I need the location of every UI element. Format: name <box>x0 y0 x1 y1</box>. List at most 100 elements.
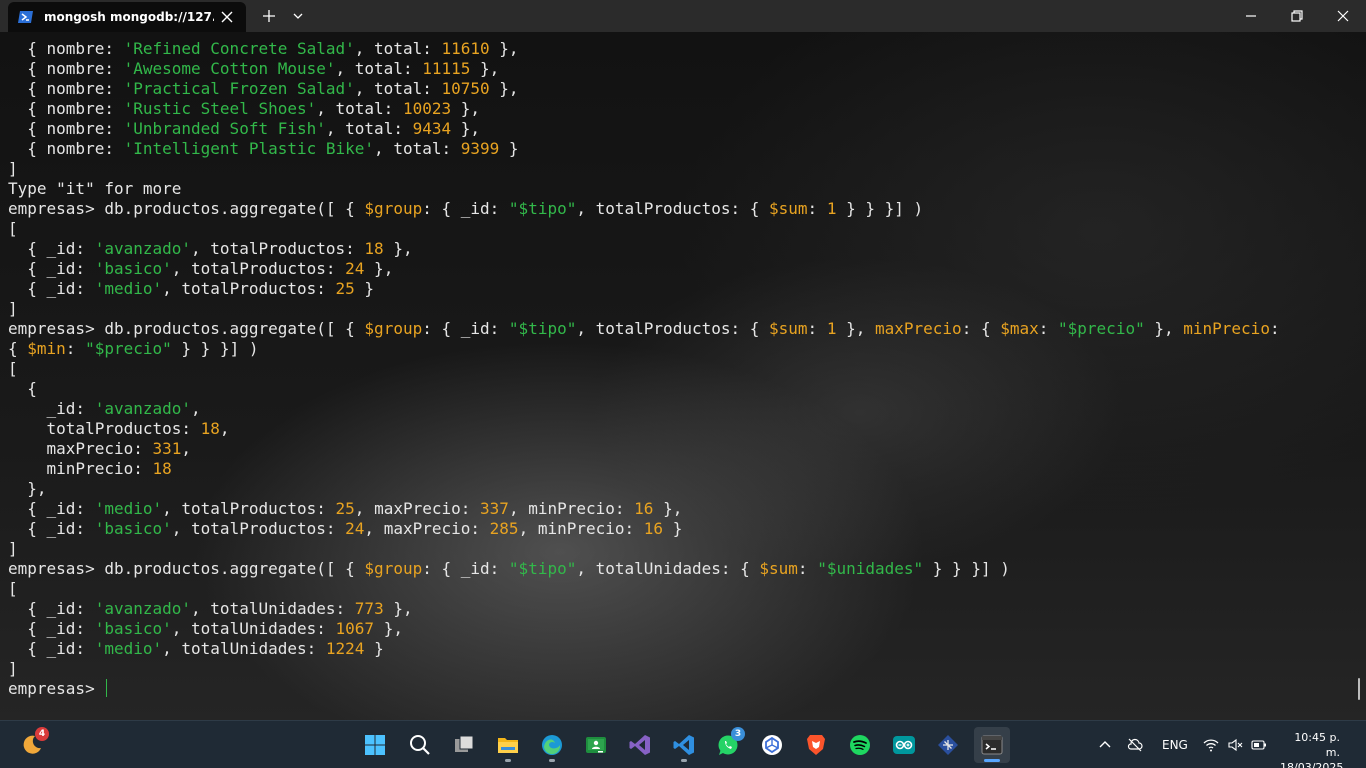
terminal-tab[interactable]: mongosh mongodb://127.0.0. <box>8 2 246 32</box>
terminal-token: 10750 <box>441 79 490 98</box>
classroom-button[interactable] <box>578 727 614 763</box>
minimize-icon[interactable] <box>1243 8 1259 24</box>
terminal-token: 'medio' <box>94 639 163 658</box>
terminal-button[interactable] <box>974 727 1010 763</box>
terminal-token: 18 <box>364 239 384 258</box>
terminal-token: $sum <box>759 559 798 578</box>
terminal-token: }, <box>836 319 875 338</box>
weather-badge: 4 <box>35 727 49 741</box>
network-tool-button[interactable] <box>930 727 966 763</box>
terminal-token: 337 <box>480 499 509 518</box>
terminal-token: }, <box>470 59 500 78</box>
brave-button[interactable] <box>798 727 834 763</box>
cloud-offline-icon[interactable] <box>1127 737 1143 753</box>
terminal-token: : { _id: <box>422 559 509 578</box>
terminal-output[interactable]: { nombre: 'Refined Concrete Salad', tota… <box>0 32 1366 720</box>
edge-button[interactable] <box>534 727 570 763</box>
terminal-token: }, <box>489 39 519 58</box>
terminal-token: }, <box>1144 319 1184 338</box>
terminal-token: , <box>191 399 201 418</box>
terminal-token: 'basico' <box>94 519 172 538</box>
terminal-token: 'Awesome Cotton Mouse' <box>123 59 336 78</box>
vscode-icon <box>673 735 694 755</box>
terminal-token: } <box>354 279 375 298</box>
volume-muted-icon[interactable] <box>1227 737 1243 753</box>
terminal-token: , totalUnidades: { <box>576 559 760 578</box>
terminal-token: 9434 <box>412 119 452 138</box>
arduino-button[interactable] <box>886 727 922 763</box>
terminal-line: { _id: 'basico', totalUnidades: 1067 }, <box>8 619 1280 639</box>
chevron-up-icon[interactable] <box>1097 737 1113 753</box>
close-tab-icon[interactable] <box>220 10 234 24</box>
terminal-token: 25 <box>335 499 355 518</box>
terminal-token: , totalProductos: { <box>576 199 770 218</box>
battery-icon[interactable] <box>1251 737 1267 753</box>
terminal-token: Type "it" for more <box>8 179 182 198</box>
terminal-token: "$tipo" <box>508 319 577 338</box>
language-indicator[interactable]: ENG <box>1162 738 1188 752</box>
terminal-icon <box>981 735 1003 755</box>
terminal-line: { _id: 'medio', totalProductos: 25, maxP… <box>8 499 1280 519</box>
terminal-token: 9399 <box>460 139 500 158</box>
weather-widget[interactable]: 4 <box>14 727 50 763</box>
terminal-token: } <box>364 639 384 658</box>
terminal-token: 18 <box>152 459 172 478</box>
terminal-token: 'basico' <box>94 619 172 638</box>
terminal-token: minPrecio: <box>8 459 153 478</box>
terminal-line: { _id: 'medio', totalProductos: 25 } <box>8 279 1280 299</box>
whatsapp-button[interactable]: 3 <box>710 727 746 763</box>
terminal-token: , total: <box>325 119 413 138</box>
restore-icon[interactable] <box>1289 8 1305 24</box>
terminal-token: }, <box>451 119 481 138</box>
terminal-token: 'medio' <box>94 279 163 298</box>
terminal-token: 'Unbranded Soft Fish' <box>123 119 326 138</box>
terminal-token: , totalUnidades: <box>171 619 336 638</box>
terminal-token: 'avanzado' <box>94 239 192 258</box>
chevron-down-icon[interactable] <box>292 10 304 22</box>
terminal-token: , totalUnidades: <box>162 639 326 658</box>
terminal-token: $group <box>364 559 423 578</box>
chatgpt-icon <box>762 735 782 755</box>
scrollbar[interactable] <box>1358 678 1360 700</box>
terminal-token: maxPrecio <box>874 319 962 338</box>
vscode-button[interactable] <box>666 727 702 763</box>
terminal-token: }, <box>489 79 519 98</box>
terminal-token: minPrecio <box>1183 319 1270 338</box>
terminal-token: $group <box>364 199 423 218</box>
terminal-token: { <box>8 339 28 358</box>
spotify-button[interactable] <box>842 727 878 763</box>
terminal-token: : <box>1269 319 1280 338</box>
terminal-token: [ <box>8 359 18 378</box>
terminal-token: 16 <box>634 499 654 518</box>
terminal-line: { nombre: 'Unbranded Soft Fish', total: … <box>8 119 1280 139</box>
search-button[interactable] <box>402 727 438 763</box>
close-window-icon[interactable] <box>1335 8 1351 24</box>
chatgpt-button[interactable] <box>754 727 790 763</box>
terminal-token: , totalProductos: <box>171 259 346 278</box>
start-button[interactable] <box>357 727 393 763</box>
brave-icon <box>807 735 825 755</box>
task-view-button[interactable] <box>446 727 482 763</box>
terminal-token: ] <box>8 299 18 318</box>
visual-studio-button[interactable] <box>622 727 658 763</box>
terminal-line: { _id: 'basico', totalProductos: 24, max… <box>8 519 1280 539</box>
terminal-token: , total: <box>335 59 423 78</box>
terminal-token: "$precio" <box>1058 319 1145 338</box>
wifi-icon[interactable] <box>1203 737 1219 753</box>
visual-studio-icon <box>629 735 650 755</box>
terminal-token: : { <box>961 319 1001 338</box>
terminal-token: empresas> db.productos.aggregate([ { <box>8 199 365 218</box>
clock-time: 10:45 p. m. <box>1294 731 1340 759</box>
new-tab-icon[interactable] <box>261 8 277 24</box>
file-explorer-button[interactable] <box>490 727 526 763</box>
system-clock[interactable]: 10:45 p. m. 18/03/2025 <box>1280 730 1343 768</box>
terminal-token: "$unidades" <box>817 559 924 578</box>
terminal-token: : <box>807 319 827 338</box>
terminal-token: { _id: <box>8 619 95 638</box>
notification-badge: 3 <box>731 727 745 741</box>
terminal-token: }, <box>383 239 413 258</box>
prompt-line[interactable]: empresas> <box>8 679 1280 699</box>
terminal-token: 331 <box>152 439 182 458</box>
terminal-token: , totalProductos: { <box>576 319 770 338</box>
terminal-token: { nombre: <box>8 139 124 158</box>
